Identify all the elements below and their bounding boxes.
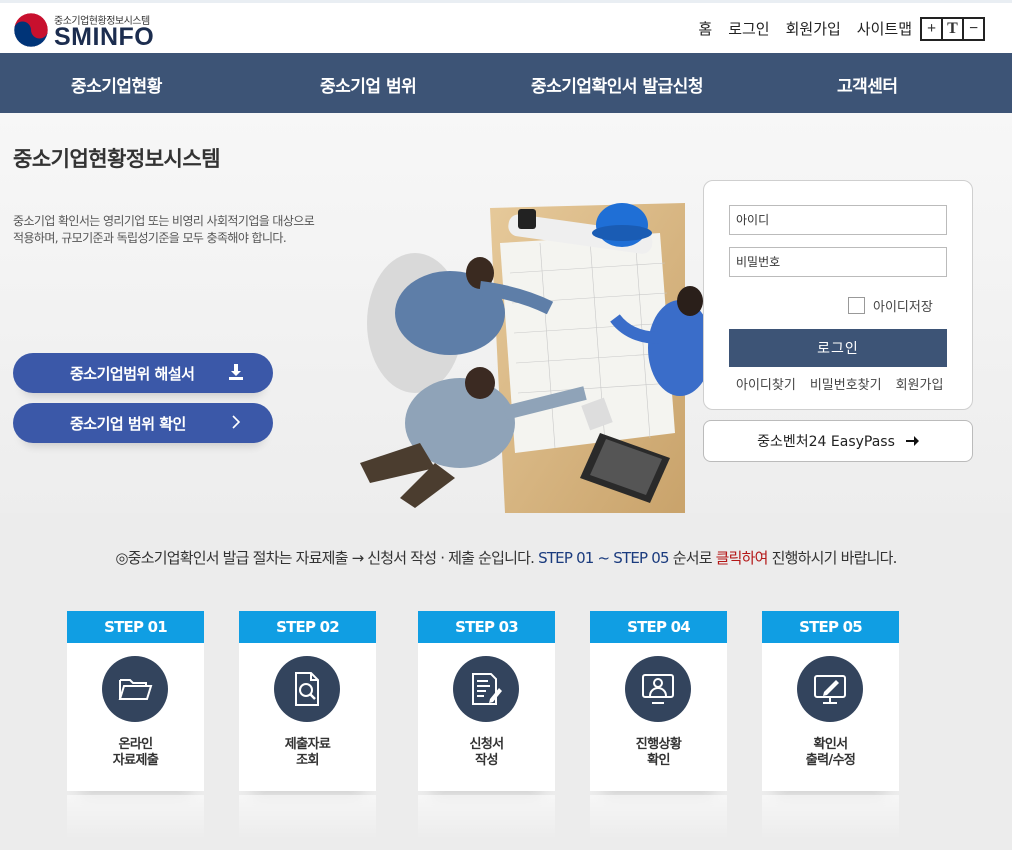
sme-scope-check-button[interactable]: 중소기업 범위 확인 [13,403,273,443]
nav-certificate-apply[interactable]: 중소기업확인서 발급신청 [531,72,703,97]
step-05-line2: 출력/수정 [805,753,856,768]
login-box: 아이디 비밀번호 아이디저장 로그인 아이디찾기 비밀번호찾기 회원가입 [703,180,973,410]
step-04-line2: 확인 [647,753,670,768]
folder-icon [118,679,153,700]
hero-section: 중소기업현황정보시스템 중소기업 확인서는 영리기업 또는 비영리 사회적기업을… [0,113,1012,513]
step-02-line2: 조회 [296,753,319,768]
step-02-line1: 제출자료 [284,737,331,752]
easypass-label: 중소벤처24 EasyPass [757,434,895,450]
utility-nav: 홈 로그인 회원가입 사이트맵 [698,18,912,39]
step-01-header: STEP 01 [67,611,204,643]
easypass-button[interactable]: 중소벤처24 EasyPass [703,420,973,462]
logo-name: SMINFO [54,23,155,51]
step-01-icon-circle [102,656,168,722]
step-04-icon-circle [625,656,691,722]
step-02-icon-circle [274,656,340,722]
notice-suffix: 진행하시기 바랍니다. [767,549,898,567]
util-login-link[interactable]: 로그인 [728,18,769,39]
chevron-right-icon [232,415,241,429]
nav-sme-status[interactable]: 중소기업현황 [71,72,162,97]
step-04-line1: 진행상황 [635,737,682,752]
step-02-card[interactable]: STEP 02 제출자료 조회 [239,611,376,791]
step-03-card[interactable]: STEP 03 신청서 작성 [418,611,555,791]
login-links: 아이디찾기 비밀번호찾기 회원가입 [736,374,943,393]
notice-click: 클릭하여 [715,549,769,567]
step-05-card[interactable]: STEP 05 확인서 출력/수정 [762,611,899,791]
step-03-header: STEP 03 [418,611,555,643]
download-icon [229,364,243,380]
login-button[interactable]: 로그인 [729,329,947,367]
step-04-reflection [590,795,727,840]
step-05-reflection [762,795,899,840]
step-01-reflection [67,795,204,840]
font-size-controls: + T − [920,17,985,41]
step-01-line1: 온라인 [118,737,153,752]
save-id-label: 아이디저장 [873,300,933,315]
hero-description: 중소기업 확인서는 영리기업 또는 비영리 사회적기업을 대상으로 적용하며, … [13,214,315,245]
step-03-label: 신청서 작성 [418,737,555,769]
nav-sme-scope[interactable]: 중소기업 범위 [320,72,417,97]
checkbox-box[interactable] [848,297,865,314]
step-03-icon-circle [453,656,519,722]
step-04-card[interactable]: STEP 04 진행상황 확인 [590,611,727,791]
meeting-photo [360,203,710,513]
document-pen-icon [472,673,502,705]
step-01-card[interactable]: STEP 01 온라인 자료제출 [67,611,204,791]
hero-title: 중소기업현황정보시스템 [13,147,221,171]
notice-steps-range: STEP 01 ~ STEP 05 [538,549,669,567]
font-reset-button[interactable]: T [941,17,964,41]
step-05-header: STEP 05 [762,611,899,643]
step-02-reflection [239,795,376,840]
monitor-user-icon [642,674,674,704]
sme-scope-guide-download-button[interactable]: 중소기업범위 해설서 [13,353,273,393]
notice-middle: 순서로 [668,549,716,567]
step-01-line2: 자료제출 [112,753,159,768]
find-password-link[interactable]: 비밀번호찾기 [810,374,882,393]
notice-prefix: ◎중소기업확인서 발급 절차는 자료제출 → 신청서 작성 · 제출 순입니다. [115,549,539,567]
monitor-edit-icon [814,675,846,704]
step-01-label: 온라인 자료제출 [67,737,204,769]
check-button-label: 중소기업 범위 확인 [70,414,186,433]
util-home-link[interactable]: 홈 [698,18,712,39]
password-input[interactable]: 비밀번호 [729,247,947,277]
save-id-checkbox[interactable]: 아이디저장 [848,296,933,315]
main-nav: 중소기업현황 중소기업 범위 중소기업확인서 발급신청 고객센터 [0,53,1012,113]
document-search-icon [295,672,319,706]
signup-link[interactable]: 회원가입 [896,374,944,393]
arrow-right-icon [905,436,919,446]
step-03-line1: 신청서 [469,737,504,752]
step-05-line1: 확인서 [813,737,848,752]
step-05-label: 확인서 출력/수정 [762,737,899,769]
font-increase-button[interactable]: + [920,17,943,41]
step-04-header: STEP 04 [590,611,727,643]
taegeuk-logo-icon [13,12,49,48]
header: 중소기업현황정보시스템 SMINFO 홈 로그인 회원가입 사이트맵 + T − [0,3,1012,53]
step-02-header: STEP 02 [239,611,376,643]
nav-customer-center[interactable]: 고객센터 [837,72,898,97]
find-id-link[interactable]: 아이디찾기 [736,374,796,393]
guide-button-label: 중소기업범위 해설서 [70,364,195,383]
step-02-label: 제출자료 조회 [239,737,376,769]
util-signup-link[interactable]: 회원가입 [786,18,841,39]
step-03-line2: 작성 [475,753,498,768]
procedure-notice: ◎중소기업확인서 발급 절차는 자료제출 → 신청서 작성 · 제출 순입니다.… [0,547,1012,568]
util-sitemap-link[interactable]: 사이트맵 [857,18,912,39]
step-03-reflection [418,795,555,840]
step-04-label: 진행상황 확인 [590,737,727,769]
sminfo-logo[interactable]: 중소기업현황정보시스템 SMINFO [13,8,173,51]
step-05-icon-circle [797,656,863,722]
user-id-input[interactable]: 아이디 [729,205,947,235]
font-decrease-button[interactable]: − [962,17,985,41]
